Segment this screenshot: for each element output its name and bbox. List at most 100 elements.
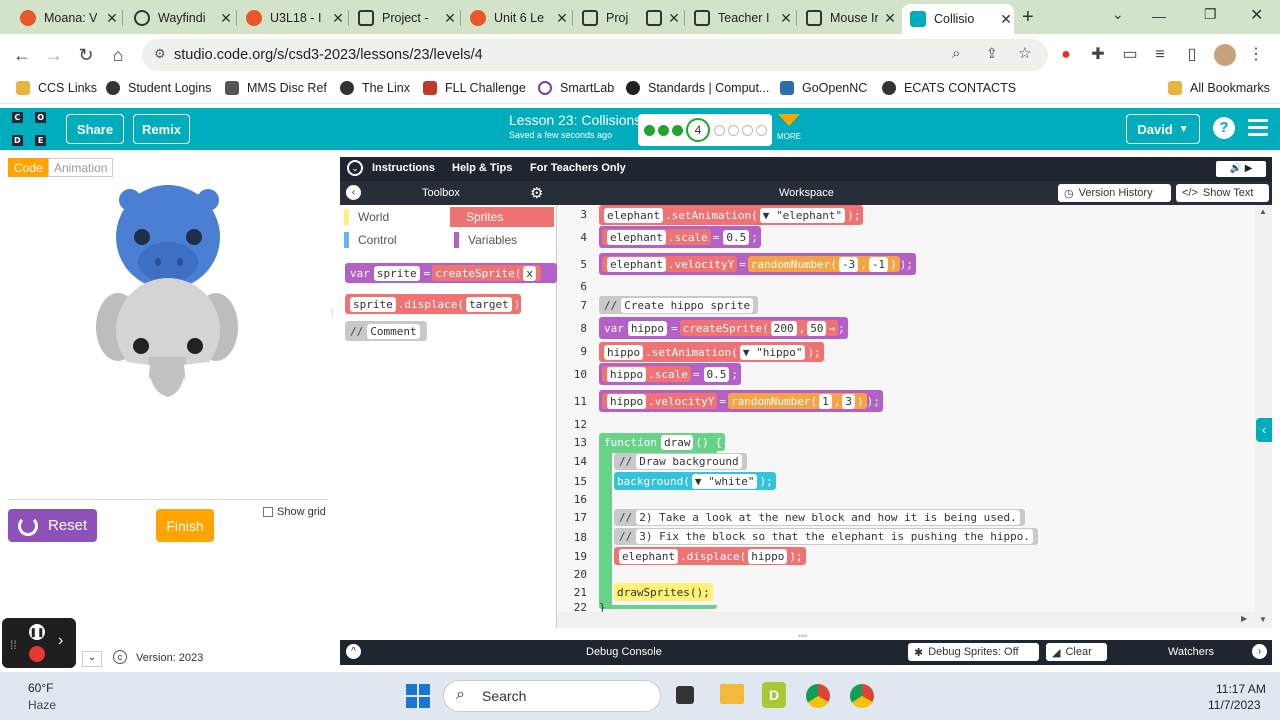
- close-icon[interactable]: ✕: [554, 10, 570, 27]
- share-button[interactable]: Share: [66, 114, 124, 144]
- bookmark-item[interactable]: Standards | Comput...: [626, 81, 769, 95]
- weather-temp[interactable]: 60°F: [28, 681, 53, 695]
- gear-icon[interactable]: ⚙: [530, 184, 543, 202]
- code-mode-tab[interactable]: Code: [8, 158, 49, 177]
- scroll-right-icon[interactable]: ▶: [1241, 614, 1247, 623]
- code-block-line-5[interactable]: elephant .velocityY = randomNumber( -3, …: [599, 253, 916, 275]
- bookmark-item[interactable]: SmartLab: [538, 81, 614, 95]
- browser-tab-6[interactable]: Proj ✕: [574, 4, 682, 32]
- new-tab-plus-icon[interactable]: +: [1022, 6, 1034, 29]
- close-icon[interactable]: ✕: [104, 10, 120, 27]
- reload-icon[interactable]: ↻: [74, 43, 98, 67]
- category-variables[interactable]: Variables: [450, 230, 554, 250]
- code-block-line-9[interactable]: hippo .setAnimation( ▼ "hippo" );: [599, 342, 824, 362]
- scroll-down-icon[interactable]: ▼: [1259, 615, 1267, 624]
- bookmark-item[interactable]: The Linx: [340, 81, 410, 95]
- all-bookmarks[interactable]: All Bookmarks: [1168, 81, 1270, 95]
- close-icon[interactable]: ✕: [666, 10, 682, 27]
- show-grid-toggle[interactable]: Show grid: [263, 506, 326, 518]
- close-icon[interactable]: ✕: [778, 10, 794, 27]
- bookmark-item[interactable]: MMS Disc Ref: [225, 81, 327, 95]
- color-dropdown[interactable]: ▼ "white": [691, 473, 758, 489]
- zoom-icon[interactable]: ⌕: [952, 45, 960, 62]
- debug-sprites-button[interactable]: ✱ Debug Sprites: Off: [908, 643, 1039, 661]
- bookmark-item[interactable]: FLL Challenge: [423, 81, 526, 95]
- progress-dot[interactable]: [728, 125, 739, 136]
- show-text-button[interactable]: </> Show Text: [1176, 184, 1269, 202]
- site-info-icon[interactable]: ⚙: [154, 46, 166, 62]
- browser-tab-8[interactable]: Mouse Ir ✕: [798, 4, 898, 32]
- progress-dot[interactable]: [756, 125, 767, 136]
- code-block-line-15[interactable]: background( ▼ "white" );: [614, 472, 776, 490]
- tab-search-chevron-icon[interactable]: ⌄: [1112, 6, 1124, 23]
- browser-tab-active[interactable]: Collisio ✕: [902, 4, 1014, 34]
- show-grid-checkbox[interactable]: [263, 507, 273, 517]
- tab-instructions[interactable]: Instructions: [372, 162, 435, 174]
- bookmark-item[interactable]: GoOpenNC: [780, 81, 867, 95]
- expand-debug-chevron-icon[interactable]: ^: [346, 644, 361, 659]
- language-dropdown-chevron-icon[interactable]: ⌄: [82, 651, 102, 667]
- code-org-logo[interactable]: C O D E: [12, 112, 46, 146]
- chevron-right-icon[interactable]: ›: [58, 632, 63, 650]
- close-icon[interactable]: ✕: [882, 10, 898, 27]
- close-icon[interactable]: ✕: [218, 10, 234, 27]
- block-arg-input[interactable]: hippo: [748, 548, 788, 564]
- animation-mode-tab[interactable]: Animation: [48, 158, 114, 177]
- close-icon[interactable]: ✕: [442, 10, 458, 27]
- current-level-bubble[interactable]: 4: [686, 118, 710, 142]
- code-block-line-7[interactable]: // Create hippo sprite: [599, 296, 759, 314]
- bookmark-star-icon[interactable]: ☆: [1018, 44, 1031, 62]
- side-panel-icon[interactable]: ▯: [1182, 45, 1202, 65]
- omnibox[interactable]: ⚙ studio.code.org/s/csd3-2023/lessons/23…: [142, 39, 1048, 71]
- url-text[interactable]: studio.code.org/s/csd3-2023/lessons/23/l…: [174, 47, 483, 63]
- code-block-line-17[interactable]: // 2) Take a look at the new block and h…: [614, 509, 1025, 526]
- window-close-icon[interactable]: ✕: [1250, 5, 1263, 25]
- more-levels-button[interactable]: MORE: [776, 114, 802, 141]
- animation-dropdown[interactable]: ▼ "hippo": [739, 344, 806, 360]
- progress-dot-complete[interactable]: [644, 125, 655, 136]
- code-block-line-10[interactable]: hippo .scale = 0.5 ;: [599, 363, 741, 385]
- progress-dot-complete[interactable]: [658, 125, 669, 136]
- reset-button[interactable]: Reset: [8, 509, 97, 542]
- horizontal-scrollbar[interactable]: ▶: [557, 612, 1255, 628]
- hamburger-menu-icon[interactable]: [1248, 119, 1268, 137]
- task-view-icon[interactable]: [676, 686, 694, 704]
- browser-tab-2[interactable]: Wayfindi ✕: [126, 4, 234, 32]
- block-displace[interactable]: sprite .displace( target ): [345, 294, 521, 314]
- flyout-chevron-left-icon[interactable]: ‹: [1256, 418, 1272, 442]
- chrome-menu-icon[interactable]: ⋮: [1246, 45, 1266, 65]
- bookmark-item[interactable]: ECATS CONTACTS: [882, 81, 1016, 95]
- back-arrow-icon[interactable]: ←: [10, 43, 34, 67]
- progress-dot[interactable]: [714, 125, 725, 136]
- workspace-scrollbar[interactable]: ▲ ▼: [1255, 205, 1272, 628]
- windows-start-icon[interactable]: [406, 684, 430, 708]
- collapse-toolbox-icon[interactable]: ‹: [346, 185, 361, 200]
- block-create-sprite[interactable]: var sprite = createSprite ( x: [345, 263, 557, 283]
- code-workspace[interactable]: 3 4 5 6 7 8 9 10 11 12 13 14 15 16 17 18…: [557, 205, 1255, 628]
- restore-icon[interactable]: ❐: [1204, 6, 1217, 23]
- reading-list-icon[interactable]: ≡: [1150, 45, 1170, 65]
- tab-help-tips[interactable]: Help & Tips: [452, 162, 512, 174]
- collapse-arrow-icon[interactable]: →: [828, 322, 835, 335]
- user-menu-button[interactable]: David ▼: [1126, 114, 1200, 144]
- browser-tab-1[interactable]: Moana: V ✕: [12, 4, 120, 32]
- category-control[interactable]: Control: [340, 230, 448, 250]
- category-world[interactable]: World: [340, 207, 448, 227]
- code-block-line-18[interactable]: // 3) Fix the block so that the elephant…: [614, 528, 1038, 545]
- home-icon[interactable]: ⌂: [106, 43, 130, 67]
- extensions-puzzle-icon[interactable]: ✚: [1088, 45, 1108, 65]
- code-block-line-21[interactable]: drawSprites();: [614, 583, 713, 601]
- code-block-line-11[interactable]: hippo .velocityY = randomNumber( 1, 3) )…: [599, 390, 883, 412]
- version-history-button[interactable]: ◷ Version History: [1058, 184, 1171, 202]
- chrome-icon[interactable]: [850, 684, 874, 708]
- code-block-line-14[interactable]: // Draw background: [614, 453, 747, 470]
- browser-tab-7[interactable]: Teacher I ✕: [686, 4, 794, 32]
- game-stage[interactable]: [8, 182, 328, 500]
- watchers-chevron-icon[interactable]: ›: [1252, 644, 1267, 659]
- remix-button[interactable]: Remix: [133, 114, 190, 144]
- bookmark-item[interactable]: Student Logins: [106, 81, 211, 95]
- block-comment[interactable]: // Comment: [345, 321, 427, 341]
- taskbar-search[interactable]: ⌕ Search: [443, 680, 661, 712]
- close-icon[interactable]: ✕: [998, 11, 1014, 28]
- cast-icon[interactable]: ▭: [1120, 45, 1140, 65]
